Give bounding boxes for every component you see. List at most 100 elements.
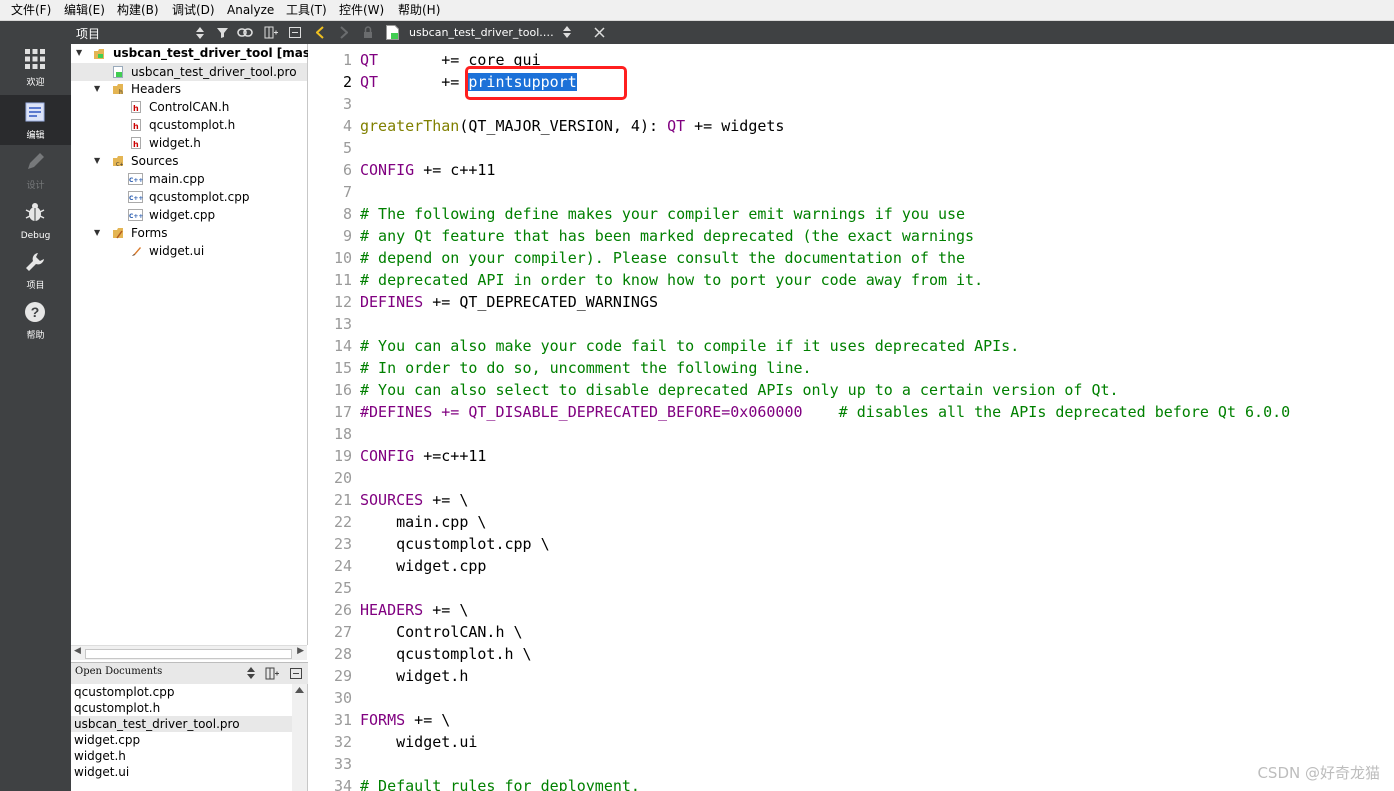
bug-icon	[25, 203, 45, 221]
open-documents-title[interactable]: Open Documents	[75, 666, 162, 677]
line-number: 28	[333, 645, 352, 663]
menu-bar: 文件(F) 编辑(E) 构建(B) 调试(D) Analyze 工具(T) 控件…	[0, 0, 1394, 21]
svg-text:?: ?	[31, 304, 40, 320]
updown-arrows-icon[interactable]	[196, 27, 204, 39]
mode-design[interactable]: 设计	[0, 145, 71, 195]
open-documents-scrollbar[interactable]	[292, 684, 307, 791]
svg-text:h: h	[119, 89, 123, 95]
svg-text:C++: C++	[129, 195, 143, 202]
menu-tools[interactable]: 工具(T)	[286, 2, 327, 18]
expand-arrow-icon[interactable]: ▼	[94, 152, 100, 170]
line-number: 15	[333, 359, 352, 377]
mode-debug[interactable]: Debug	[0, 195, 71, 245]
code-comment: # deprecated API in order to know how to…	[360, 271, 984, 289]
pro-file-icon	[113, 66, 123, 78]
mode-help[interactable]: ? 帮助	[0, 295, 71, 345]
scroll-right-icon[interactable]: ▶	[297, 646, 304, 656]
code-text: (QT_MAJOR_VERSION, 4):	[459, 117, 668, 135]
mode-help-label: 帮助	[26, 331, 45, 341]
close-pane-icon[interactable]	[289, 27, 301, 38]
code-text: += \	[423, 491, 469, 509]
line-number: 13	[333, 315, 352, 333]
menu-file[interactable]: 文件(F)	[11, 2, 51, 18]
code-keyword: CONFIG	[360, 447, 415, 465]
mode-edit[interactable]: 编辑	[0, 95, 71, 145]
open-document-item[interactable]: widget.h	[74, 748, 126, 764]
code-comment: # You can also make your code fail to co…	[360, 337, 1020, 355]
code-text: += QT_DEPRECATED_WARNINGS	[423, 293, 659, 311]
pro-file-icon	[386, 25, 399, 40]
tree-pro-file[interactable]: usbcan_test_driver_tool.pro	[71, 63, 307, 81]
menu-help[interactable]: 帮助(H)	[398, 2, 440, 18]
split-icon[interactable]	[264, 26, 278, 39]
code-text: widget.cpp	[360, 557, 487, 575]
code-comment: # In order to do so, uncomment the follo…	[360, 359, 812, 377]
svg-text:h: h	[133, 104, 139, 113]
close-icon[interactable]	[594, 27, 605, 38]
line-number: 18	[333, 425, 352, 443]
editor-tab-label[interactable]: usbcan_test_driver_tool.…	[409, 26, 554, 39]
line-number: 1	[342, 51, 352, 69]
code-line: CONFIG +=c++11	[360, 445, 486, 467]
code-editor[interactable]: 1 2 3 4 5 6 7 8 9 10 11 12 13 14 15 16 1…	[308, 44, 1394, 791]
menu-controls[interactable]: 控件(W)	[339, 2, 384, 18]
link-icon[interactable]	[237, 27, 253, 38]
wrench-icon	[26, 253, 44, 271]
line-number: 4	[342, 117, 352, 135]
back-arrow-icon[interactable]	[316, 26, 324, 39]
expand-arrow-icon[interactable]: ▼	[94, 224, 100, 242]
code-text: widget.ui	[360, 733, 478, 751]
mode-welcome[interactable]: 欢迎	[0, 42, 71, 92]
mode-projects[interactable]: 项目	[0, 245, 71, 295]
lock-icon	[364, 26, 372, 38]
line-number: 19	[333, 447, 352, 465]
expand-arrow-icon[interactable]: ▼	[94, 80, 100, 98]
project-panel-toolbar: 项目	[71, 21, 308, 44]
line-number: 12	[333, 293, 352, 311]
line-number: 17	[333, 403, 352, 421]
scroll-left-icon[interactable]: ◀	[74, 646, 81, 656]
split-icon[interactable]	[265, 667, 279, 680]
code-text: +=	[378, 73, 469, 91]
line-number: 31	[333, 711, 352, 729]
code-text: qcustomplot.cpp \	[360, 535, 550, 553]
code-comment: # Default rules for deployment.	[360, 777, 640, 791]
project-view-selector[interactable]: 项目	[76, 25, 100, 42]
open-document-item[interactable]: usbcan_test_driver_tool.pro	[71, 716, 293, 732]
code-text: main.cpp \	[360, 513, 487, 531]
line-number-gutter: 1 2 3 4 5 6 7 8 9 10 11 12 13 14 15 16 1…	[308, 44, 355, 791]
expand-arrow-icon[interactable]: ▼	[76, 44, 82, 62]
tree-file-label: widget.cpp	[149, 208, 216, 222]
document-icon	[25, 102, 45, 122]
scroll-up-icon[interactable]	[295, 687, 304, 693]
menu-edit[interactable]: 编辑(E)	[64, 2, 105, 18]
line-number: 16	[333, 381, 352, 399]
scrollbar-thumb[interactable]	[85, 649, 292, 659]
code-commented-define: #DEFINES += QT_DISABLE_DEPRECATED_BEFORE…	[360, 403, 839, 421]
line-number: 25	[333, 579, 352, 597]
updown-arrows-icon[interactable]	[247, 667, 255, 679]
filter-icon[interactable]	[216, 26, 229, 39]
menu-analyze[interactable]: Analyze	[227, 2, 274, 18]
tree-horizontal-scrollbar[interactable]: ◀ ▶	[71, 645, 307, 660]
open-document-item[interactable]: qcustomplot.h	[74, 700, 160, 716]
mode-debug-label: Debug	[20, 231, 51, 241]
updown-arrows-icon[interactable]	[563, 26, 571, 38]
menu-build[interactable]: 构建(B)	[117, 2, 159, 18]
code-keyword: QT	[360, 73, 379, 91]
highlight-annotation-box	[465, 66, 627, 100]
open-document-item[interactable]: widget.cpp	[74, 732, 140, 748]
svg-text:h: h	[133, 122, 139, 131]
open-document-item[interactable]: qcustomplot.cpp	[74, 684, 174, 700]
header-file-icon: h	[131, 101, 141, 113]
code-text: widget.h	[360, 667, 469, 685]
code-comment: # depend on your compiler). Please consu…	[360, 249, 966, 267]
forward-arrow-icon[interactable]	[340, 26, 348, 39]
line-number: 14	[333, 337, 352, 355]
close-pane-icon[interactable]	[290, 668, 302, 679]
line-number: 2	[342, 73, 352, 91]
open-documents-header: Open Documents	[71, 662, 308, 685]
menu-debug[interactable]: 调试(D)	[172, 2, 215, 18]
tree-sources-label: Sources	[131, 154, 179, 168]
open-document-item[interactable]: widget.ui	[74, 764, 129, 780]
